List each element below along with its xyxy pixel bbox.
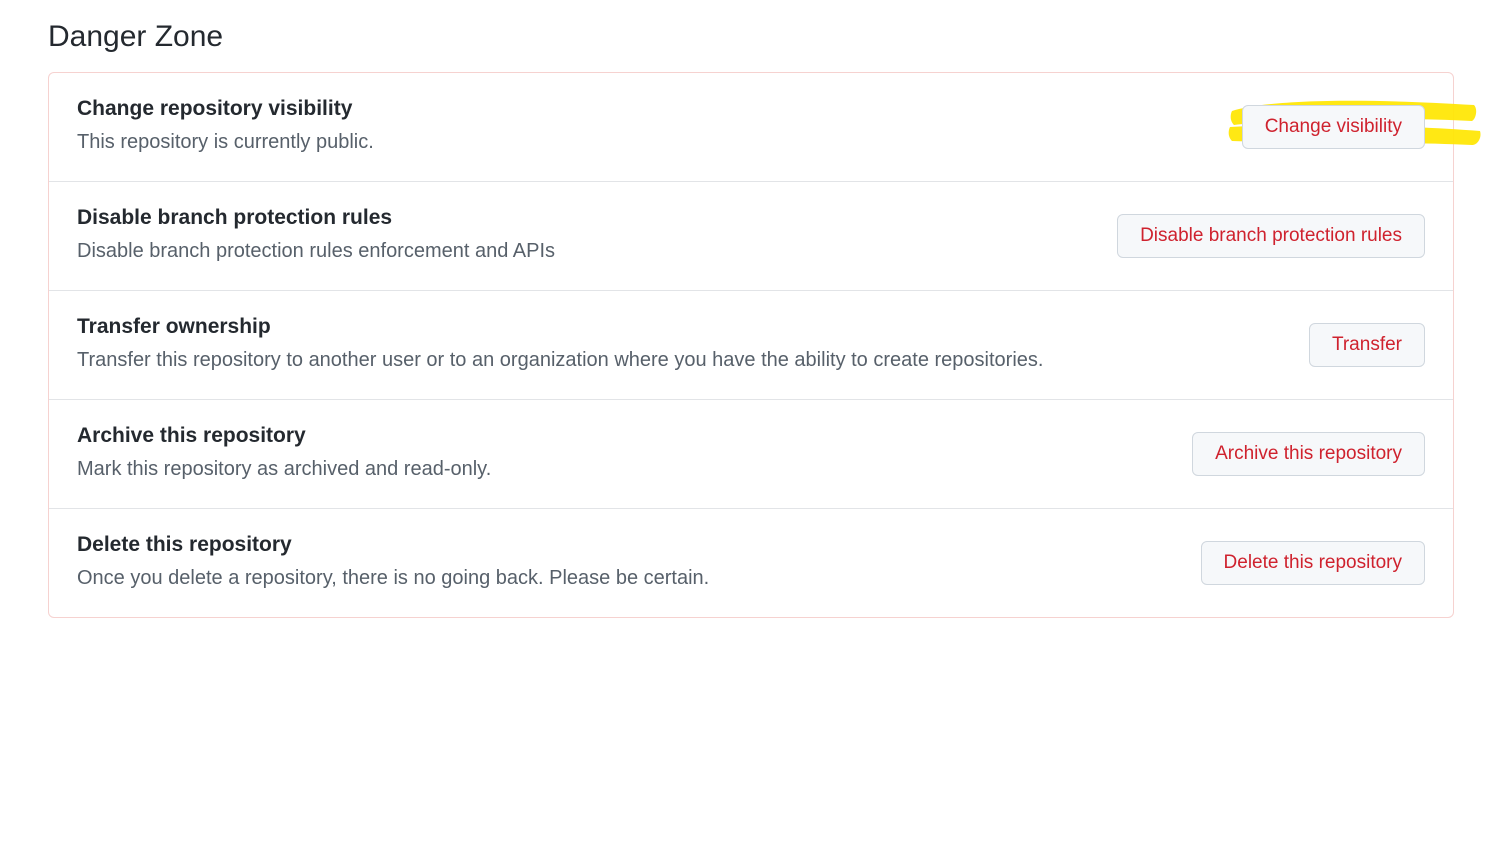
danger-item-archive: Archive this repository Mark this reposi…: [49, 400, 1453, 509]
danger-item-desc: Once you delete a repository, there is n…: [77, 563, 1161, 593]
danger-item-text: Delete this repository Once you delete a…: [77, 533, 1161, 593]
transfer-button[interactable]: Transfer: [1309, 323, 1425, 367]
danger-item-desc: Mark this repository as archived and rea…: [77, 454, 1152, 484]
danger-item-branch-protection: Disable branch protection rules Disable …: [49, 182, 1453, 291]
delete-repository-button[interactable]: Delete this repository: [1201, 541, 1425, 585]
danger-item-title: Change repository visibility: [77, 97, 1202, 121]
danger-zone-heading: Danger Zone: [48, 20, 1454, 54]
danger-item-title: Delete this repository: [77, 533, 1161, 557]
archive-repository-button[interactable]: Archive this repository: [1192, 432, 1425, 476]
danger-item-desc: Transfer this repository to another user…: [77, 345, 1269, 375]
danger-item-transfer: Transfer ownership Transfer this reposit…: [49, 291, 1453, 400]
danger-item-text: Disable branch protection rules Disable …: [77, 206, 1077, 266]
danger-item-delete: Delete this repository Once you delete a…: [49, 509, 1453, 617]
danger-item-text: Archive this repository Mark this reposi…: [77, 424, 1152, 484]
danger-zone-panel: Change repository visibility This reposi…: [48, 72, 1454, 618]
danger-item-desc: This repository is currently public.: [77, 127, 1202, 157]
danger-item-text: Change repository visibility This reposi…: [77, 97, 1202, 157]
change-visibility-button[interactable]: Change visibility: [1242, 105, 1425, 149]
danger-item-title: Transfer ownership: [77, 315, 1269, 339]
danger-item-text: Transfer ownership Transfer this reposit…: [77, 315, 1269, 375]
danger-item-title: Archive this repository: [77, 424, 1152, 448]
danger-item-title: Disable branch protection rules: [77, 206, 1077, 230]
danger-item-visibility: Change repository visibility This reposi…: [49, 73, 1453, 182]
danger-item-desc: Disable branch protection rules enforcem…: [77, 236, 1077, 266]
disable-branch-protection-button[interactable]: Disable branch protection rules: [1117, 214, 1425, 258]
